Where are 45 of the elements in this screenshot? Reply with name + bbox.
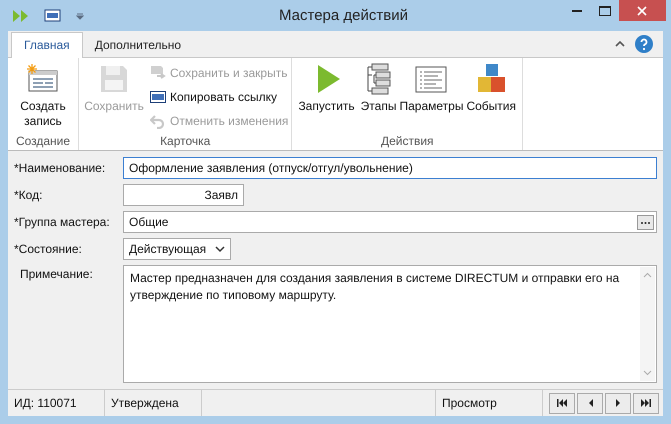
link-icon (150, 89, 166, 105)
previous-record-button[interactable] (577, 392, 603, 414)
group-label: Создание (16, 134, 70, 150)
next-record-button[interactable] (605, 392, 631, 414)
status-id: ИД: 110071 (8, 390, 105, 416)
ribbon-button[interactable]: Создать запись (11, 62, 75, 129)
link-icon[interactable] (44, 8, 62, 22)
maximize-icon[interactable] (598, 6, 611, 16)
close-icon (637, 6, 648, 16)
dropdown-icon[interactable] (76, 12, 84, 20)
chevron-down-icon (215, 245, 225, 253)
ribbon-button[interactable]: Запустить (295, 62, 358, 114)
field-label: *Наименование: (14, 161, 106, 175)
ribbon-button[interactable]: Этапы (358, 62, 400, 114)
last-record-button[interactable] (633, 392, 659, 414)
lookup-field[interactable]: Общие (123, 211, 657, 233)
minimize-icon[interactable] (572, 10, 582, 12)
group-label: Карточка (160, 134, 210, 150)
group-label: Действия (380, 134, 434, 150)
triangle-right-icon (616, 399, 620, 407)
triangle-left-icon (588, 399, 592, 407)
status-mode: Просмотр (436, 390, 543, 416)
window-title: Мастера действий (278, 7, 408, 24)
input-field[interactable]: Оформление заявления (отпуск/отгул/увольнение) (123, 157, 657, 179)
skip-first-icon (557, 399, 567, 407)
help-icon[interactable] (635, 35, 653, 53)
skip-last-icon (641, 399, 651, 407)
input-field[interactable]: Заявл (123, 184, 244, 206)
ribbon-tab[interactable]: Дополнительно (82, 33, 194, 57)
first-record-button[interactable] (549, 392, 575, 414)
field-label: *Код: (14, 188, 44, 202)
field-label: Примечание: (19, 266, 94, 281)
collapse-icon[interactable] (615, 40, 625, 48)
ribbon-button[interactable]: Копировать ссылку (150, 86, 288, 108)
field-label: *Состояние: (14, 242, 83, 256)
ribbon-tab[interactable]: Главная (11, 32, 83, 58)
dropdown[interactable]: Действующая (123, 238, 231, 260)
close-button[interactable] (618, 0, 666, 21)
undo-icon (150, 113, 166, 129)
field-label: *Группа мастера: (14, 215, 111, 229)
save-close-icon (150, 65, 166, 81)
ribbon-button[interactable]: События (463, 62, 520, 114)
more-icon[interactable] (637, 214, 654, 230)
ribbon-button[interactable]: Параметры (399, 62, 464, 114)
status-state: Утверждена (105, 390, 202, 416)
